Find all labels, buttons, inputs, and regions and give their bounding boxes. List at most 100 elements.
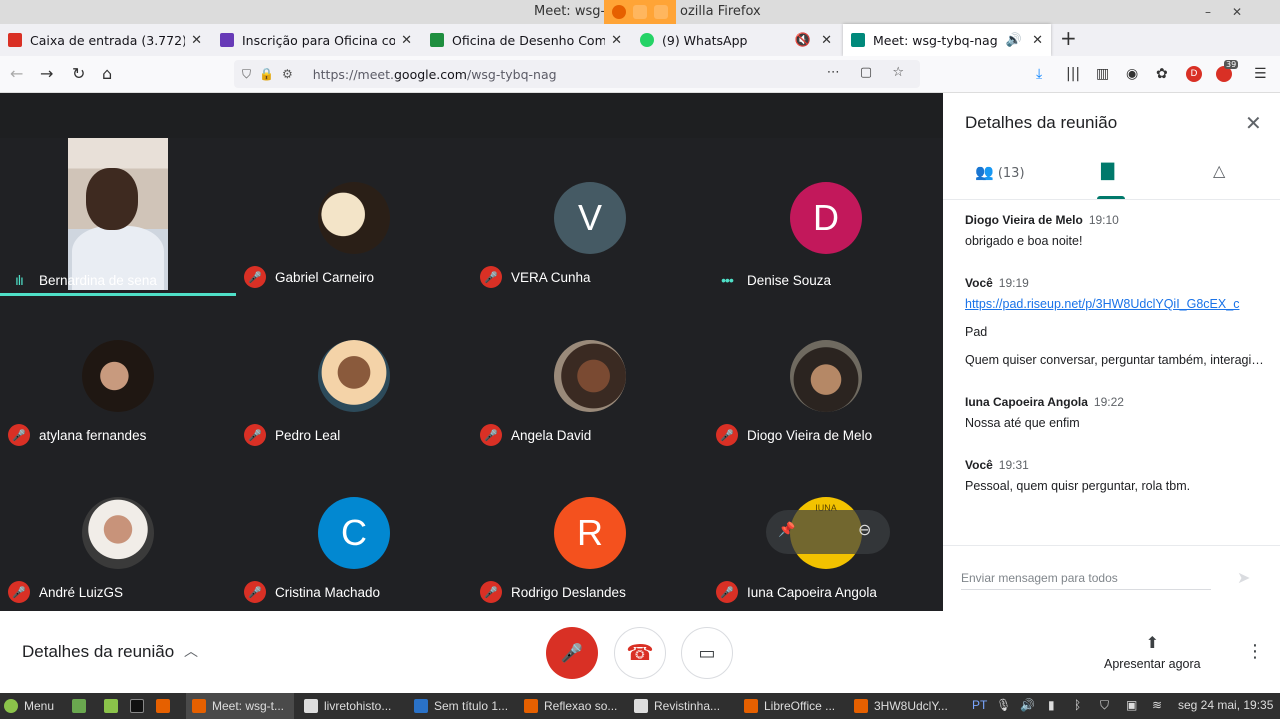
- home-button[interactable]: ⌂: [102, 64, 112, 83]
- tab-drive[interactable]: Oficina de Desenho Comun ✕: [422, 24, 630, 56]
- microphone-tray-icon[interactable]: 🎙: [996, 698, 1011, 712]
- leave-call-button[interactable]: ☎: [614, 627, 666, 679]
- close-icon[interactable]: ✕: [611, 33, 622, 48]
- taskbar-window[interactable]: Sem título 1...: [410, 693, 514, 719]
- participant-tile[interactable]: C 🎤 Cristina Machado: [236, 453, 472, 611]
- wifi-icon[interactable]: ≋: [1152, 698, 1162, 712]
- close-icon[interactable]: ✕: [401, 33, 412, 48]
- close-window-button[interactable]: ✕: [1232, 0, 1242, 24]
- close-icon[interactable]: ✕: [191, 33, 202, 48]
- new-tab-button[interactable]: +: [1060, 26, 1077, 50]
- camera-toggle-button[interactable]: ▭: [681, 627, 733, 679]
- drive-icon: [430, 33, 444, 47]
- participant-name: André LuizGS: [39, 584, 124, 600]
- lock-icon[interactable]: 🔒: [259, 67, 274, 81]
- taskbar-window[interactable]: 3HW8UdclY...: [850, 693, 956, 719]
- meeting-details-button[interactable]: Detalhes da reunião: [22, 642, 174, 662]
- participant-tile[interactable]: V 🎤 VERA Cunha: [472, 138, 708, 296]
- tab-forms[interactable]: Inscrição para Oficina comu ✕: [212, 24, 420, 56]
- taskbar-window[interactable]: Meet: wsg-t...: [186, 693, 294, 719]
- participant-name-row: 🎤 VERA Cunha: [480, 266, 591, 288]
- library-icon[interactable]: |||: [1066, 66, 1080, 82]
- chat-icon[interactable]: ▇: [1101, 161, 1114, 181]
- profile-avatar[interactable]: D: [1186, 66, 1202, 82]
- volume-icon[interactable]: 🔊: [1020, 698, 1035, 712]
- show-desktop-icon[interactable]: [72, 693, 92, 719]
- forward-button[interactable]: →: [40, 64, 53, 83]
- document-icon: [634, 699, 648, 713]
- account-icon[interactable]: ◉: [1126, 66, 1138, 82]
- menu-label: Menu: [24, 699, 55, 713]
- tab-people[interactable]: 👥 (13): [975, 163, 1025, 181]
- extension-badge: 39: [1224, 60, 1239, 69]
- participant-tile[interactable]: ılı Bernardina de sena: [0, 138, 236, 296]
- shield-tray-icon[interactable]: ⛉: [1100, 698, 1109, 713]
- extension-icon[interactable]: ✿: [1156, 66, 1168, 82]
- tab-meet[interactable]: Meet: wsg-tybq-nag 🔊 ✕: [843, 24, 1051, 56]
- remove-icon[interactable]: ⊖: [858, 520, 871, 539]
- menu-icon[interactable]: ☰: [1254, 66, 1267, 82]
- participant-name-row: 🎤 Iuna Capoeira Angola: [716, 581, 877, 603]
- meet-header-strip: [0, 93, 943, 138]
- tab-label: Caixa de entrada (3.772) - d: [30, 32, 186, 48]
- address-bar[interactable]: ⛉ 🔒 ⚙ https://meet.google.com/wsg-tybq-n…: [234, 60, 920, 88]
- tab-gmail[interactable]: Caixa de entrada (3.772) - d ✕: [0, 24, 210, 56]
- taskbar-window[interactable]: Reflexao so...: [520, 693, 624, 719]
- taskbar-window[interactable]: Revistinha...: [630, 693, 734, 719]
- permissions-icon[interactable]: ⚙: [282, 67, 293, 81]
- participant-tile[interactable]: 🎤 Gabriel Carneiro: [236, 138, 472, 296]
- clock[interactable]: seg 24 mai, 19:35: [1178, 698, 1273, 712]
- sidebar-icon[interactable]: ▥: [1096, 66, 1109, 82]
- firefox-launcher-icon[interactable]: [156, 693, 176, 719]
- back-button[interactable]: ←: [10, 64, 23, 83]
- mic-off-icon: 🎤: [716, 424, 738, 446]
- participant-name-row: 🎤 Angela David: [480, 424, 591, 446]
- window-title-left: Meet: wsg-t: [534, 4, 611, 19]
- chat-input[interactable]: Enviar mensagem para todos: [961, 571, 1211, 590]
- update-icon[interactable]: ▣: [1126, 698, 1137, 712]
- download-icon[interactable]: ⤓: [1036, 66, 1042, 82]
- taskbar-window[interactable]: livretohisto...: [300, 693, 404, 719]
- muted-speaker-icon[interactable]: 🔇: [795, 33, 811, 48]
- speaker-icon[interactable]: 🔊: [1006, 33, 1022, 48]
- close-icon[interactable]: ✕: [1245, 111, 1262, 135]
- participant-tile[interactable]: 🎤 Angela David: [472, 296, 708, 454]
- meeting-controls-bar: Detalhes da reunião ︿ 🎤 ☎ ▭ ⬆ Apresentar…: [0, 611, 1280, 693]
- participant-tile[interactable]: 🎤 Pedro Leal: [236, 296, 472, 454]
- minimize-button[interactable]: –: [1205, 0, 1211, 24]
- reload-button[interactable]: ↻: [72, 64, 85, 83]
- file-manager-icon[interactable]: [104, 693, 124, 719]
- participant-name-row: 🎤 Diogo Vieira de Melo: [716, 424, 872, 446]
- page-actions[interactable]: ⋯ ▢ ☆: [827, 65, 912, 80]
- firefox-icon: [854, 699, 868, 713]
- folder-icon: [104, 699, 118, 713]
- close-icon[interactable]: ✕: [821, 33, 832, 48]
- url-text[interactable]: https://meet.google.com/wsg-tybq-nag: [313, 67, 557, 82]
- keyboard-layout-indicator[interactable]: PT: [972, 698, 987, 712]
- message-text: obrigado e boa noite!: [965, 234, 1083, 248]
- more-options-icon[interactable]: ⋮: [1246, 641, 1264, 662]
- chevron-up-icon[interactable]: ︿: [184, 641, 198, 661]
- participant-tile[interactable]: R 🎤 Rodrigo Deslandes: [472, 453, 708, 611]
- sharing-indicator[interactable]: [604, 0, 676, 24]
- participant-tile[interactable]: 🎤 André LuizGS: [0, 453, 236, 611]
- start-menu-button[interactable]: Menu: [4, 693, 54, 719]
- close-icon[interactable]: ✕: [1032, 33, 1043, 48]
- participant-avatar: [82, 497, 154, 569]
- bluetooth-icon[interactable]: ᛒ: [1074, 698, 1081, 712]
- tile-hover-controls: 📌 ⊖: [766, 510, 890, 554]
- taskbar-window[interactable]: LibreOffice ...: [740, 693, 844, 719]
- present-now-button[interactable]: ⬆ Apresentar agora: [1104, 633, 1201, 671]
- pin-icon[interactable]: 📌: [778, 522, 795, 538]
- send-icon[interactable]: ➤: [1237, 568, 1250, 587]
- battery-icon[interactable]: ▮: [1048, 698, 1055, 712]
- activities-icon[interactable]: △: [1213, 161, 1225, 180]
- tab-whatsapp[interactable]: (9) WhatsApp 🔇 ✕: [632, 24, 840, 56]
- participant-tile[interactable]: 🎤 atylana fernandes: [0, 296, 236, 454]
- shield-icon[interactable]: ⛉: [242, 67, 251, 82]
- message-link[interactable]: https://pad.riseup.net/p/3HW8UdclYQiI_G8…: [965, 297, 1265, 311]
- microphone-toggle-button[interactable]: 🎤: [546, 627, 598, 679]
- participant-tile[interactable]: D ••• Denise Souza: [708, 138, 944, 296]
- participant-tile[interactable]: 🎤 Diogo Vieira de Melo: [708, 296, 944, 454]
- terminal-icon[interactable]: [130, 693, 150, 719]
